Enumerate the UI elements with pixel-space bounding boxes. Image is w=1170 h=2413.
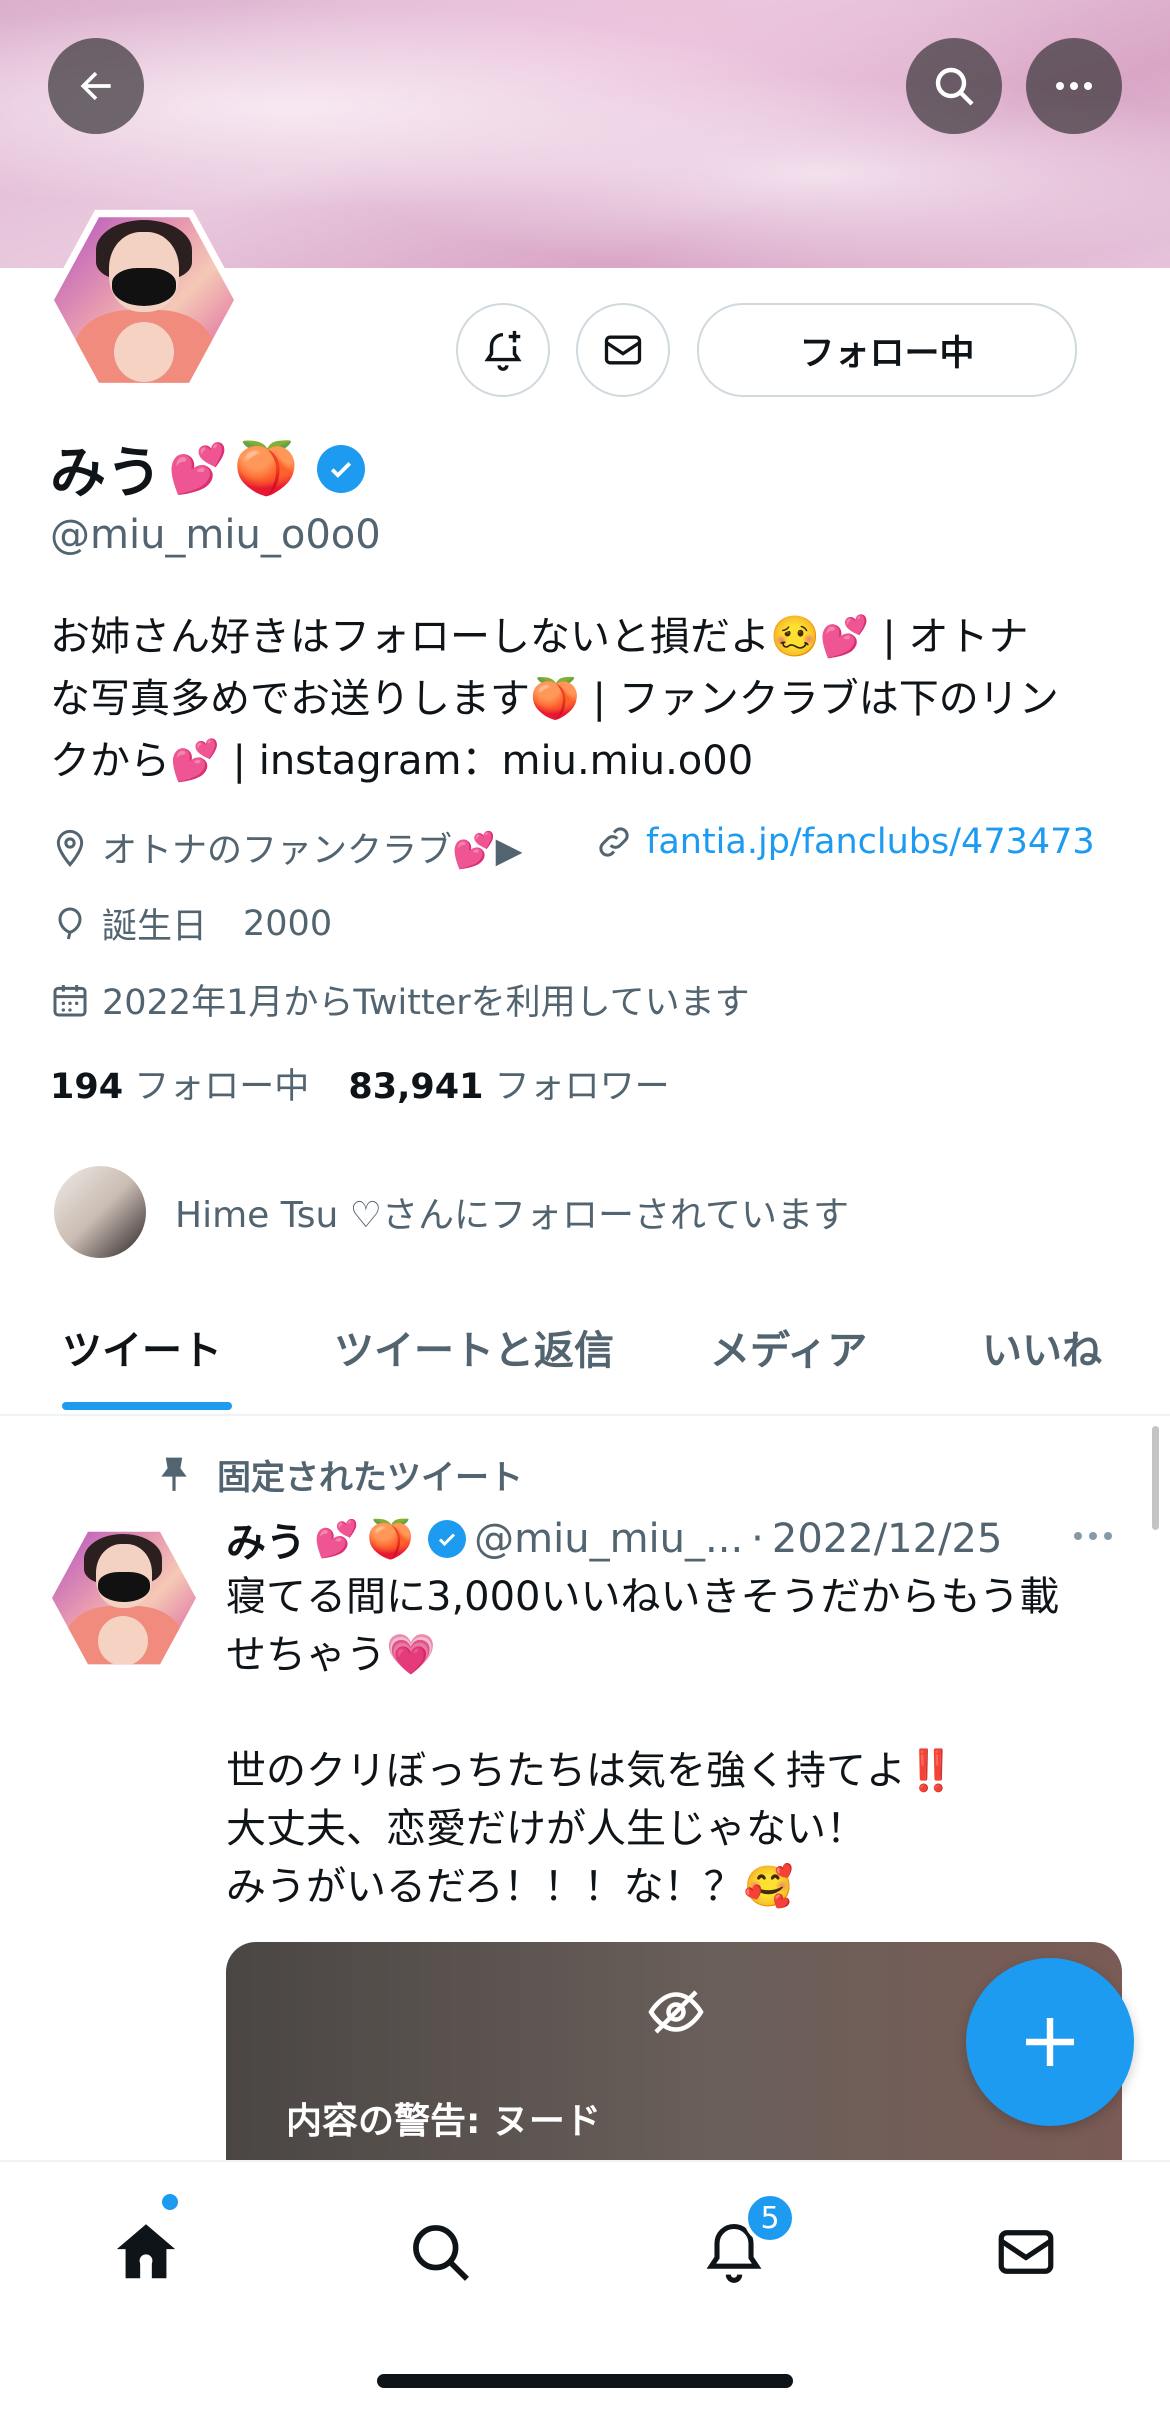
tweet-more-button[interactable]	[1068, 1516, 1118, 1560]
tweet-line: 大丈夫、恋愛だけが人生じゃない！	[226, 1806, 866, 1852]
tweet-verified-badge-icon	[428, 1520, 467, 1558]
tab-tweets[interactable]: ツイート	[62, 1318, 222, 1376]
arrow-left-icon	[80, 71, 111, 101]
scrollbar[interactable]	[1152, 1426, 1159, 1530]
tweet-separator: ·	[751, 1516, 764, 1562]
tweet-author-handle: @miu_miu_...	[474, 1516, 744, 1562]
profile-avatar[interactable]	[46, 202, 242, 398]
link-icon	[599, 827, 629, 857]
more-button[interactable]	[1026, 38, 1122, 134]
more-horizontal-icon	[1074, 1532, 1112, 1540]
followed-by-avatar[interactable]	[54, 1166, 146, 1258]
notification-count-badge: 5	[744, 2192, 796, 2244]
verified-badge-icon[interactable]	[316, 444, 365, 493]
more-horizontal-icon	[1056, 82, 1092, 90]
birthday-label: 誕生日	[102, 907, 208, 947]
pinned-label-row: 固定されたツイート	[155, 1450, 523, 1499]
followers-stat[interactable]: 83,941 フォロワー	[348, 1067, 669, 1107]
following-button[interactable]: フォロー中	[697, 303, 1077, 397]
back-button[interactable]	[48, 38, 144, 134]
pin-icon	[161, 1457, 187, 1491]
tweet-line: 世のクリぼっちたちは気を強く持てよ‼️	[226, 1748, 956, 1794]
followed-by-text[interactable]: Hime Tsu ♡さんにフォローされています	[175, 1186, 849, 1238]
search-button[interactable]	[906, 38, 1002, 134]
envelope-icon	[604, 335, 642, 365]
media-warning-text: 内容の警告: ヌード	[286, 2101, 601, 2142]
location-text: オトナのファンクラブ💕▶︎	[102, 831, 523, 871]
following-label: フォロー中	[134, 1067, 310, 1107]
eye-off-icon	[648, 1990, 704, 2034]
bell-plus-icon	[484, 330, 522, 371]
profile-handle: @miu_miu_o0o0	[50, 512, 381, 558]
profile-website[interactable]: fantia.jp/fanclubs/473473	[594, 822, 1095, 862]
profile-location: オトナのファンクラブ💕▶︎	[50, 822, 523, 873]
home-icon	[116, 2224, 176, 2279]
tweet-author-name[interactable]: みう	[226, 1510, 306, 1568]
profile-name: みう 💕 🍑	[50, 428, 365, 509]
tweet-body: 寝てる間に3,000いいねいきそうだからもう載 せちゃう💗 世のクリぼっちたちは…	[226, 1568, 1126, 1916]
nav-messages[interactable]	[976, 2202, 1076, 2302]
profile-bio: お姉さん好きはフォローしないと損だよ🥴💕 | オトナ な写真多めでお送りします🍑…	[50, 606, 1130, 792]
balloon-icon	[58, 906, 82, 939]
website-link[interactable]: fantia.jp/fanclubs/473473	[646, 822, 1095, 862]
location-pin-icon	[56, 829, 84, 867]
compose-tweet-button[interactable]	[966, 1958, 1134, 2126]
tweet-line: みうがいるだろ！！！な！？🥰	[226, 1864, 794, 1910]
notify-button[interactable]	[456, 303, 550, 397]
search-icon	[935, 67, 974, 106]
birthday-value: 2000	[243, 903, 333, 944]
pinned-label: 固定されたツイート	[217, 1458, 523, 1498]
tweet-line: せちゃう💗	[226, 1632, 436, 1678]
envelope-icon	[998, 2230, 1054, 2274]
following-stat[interactable]: 194 フォロー中	[50, 1067, 309, 1107]
display-name: みう	[50, 441, 162, 506]
tab-media[interactable]: メディア	[710, 1318, 867, 1376]
bio-line: な写真多めでお送りします🍑 | ファンクラブは下のリン	[50, 676, 1059, 722]
tweet-author-avatar[interactable]	[46, 1520, 202, 1676]
tab-likes[interactable]: いいね	[982, 1318, 1102, 1376]
nav-home[interactable]	[96, 2202, 196, 2302]
home-indicator[interactable]	[377, 2374, 793, 2388]
tweet-author-emoji-hearts: 💕	[314, 1519, 359, 1560]
profile-stats: 194 フォロー中 83,941 フォロワー	[50, 1058, 670, 1109]
name-emoji-peach: 🍑	[233, 439, 299, 499]
tab-tweets-replies[interactable]: ツイートと返信	[334, 1318, 614, 1376]
search-icon	[413, 2225, 469, 2281]
bio-line: お姉さん好きはフォローしないと損だよ🥴💕 | オトナ	[50, 614, 1029, 660]
followers-count: 83,941	[348, 1067, 484, 1107]
active-tab-indicator	[62, 1402, 232, 1410]
tweet-date[interactable]: 2022/12/25	[772, 1516, 1003, 1562]
bio-line: クから💕 | instagram：miu.miu.o00	[50, 738, 754, 784]
following-count: 194	[50, 1067, 124, 1107]
calendar-icon	[53, 984, 87, 1016]
tweet-header: みう 💕 🍑 @miu_miu_... · 2022/12/25	[226, 1510, 1002, 1568]
nav-search[interactable]	[390, 2202, 490, 2302]
profile-joined: 2022年1月からTwitterを利用しています	[50, 974, 750, 1025]
home-unread-dot	[162, 2194, 178, 2210]
name-emoji-hearts: 💕	[168, 441, 228, 497]
joined-text: 2022年1月からTwitterを利用しています	[102, 983, 750, 1023]
profile-birthday: 誕生日 2000	[50, 898, 332, 949]
tweet-author-emoji-peach: 🍑	[366, 1516, 415, 1561]
plus-icon	[1026, 2018, 1074, 2066]
tweet-line: 寝てる間に3,000いいねいきそうだからもう載	[226, 1574, 1060, 1620]
message-button[interactable]	[576, 303, 670, 397]
profile-tabs: ツイート ツイートと返信 メディア いいね	[0, 1290, 1170, 1416]
followers-label: フォロワー	[494, 1067, 670, 1107]
